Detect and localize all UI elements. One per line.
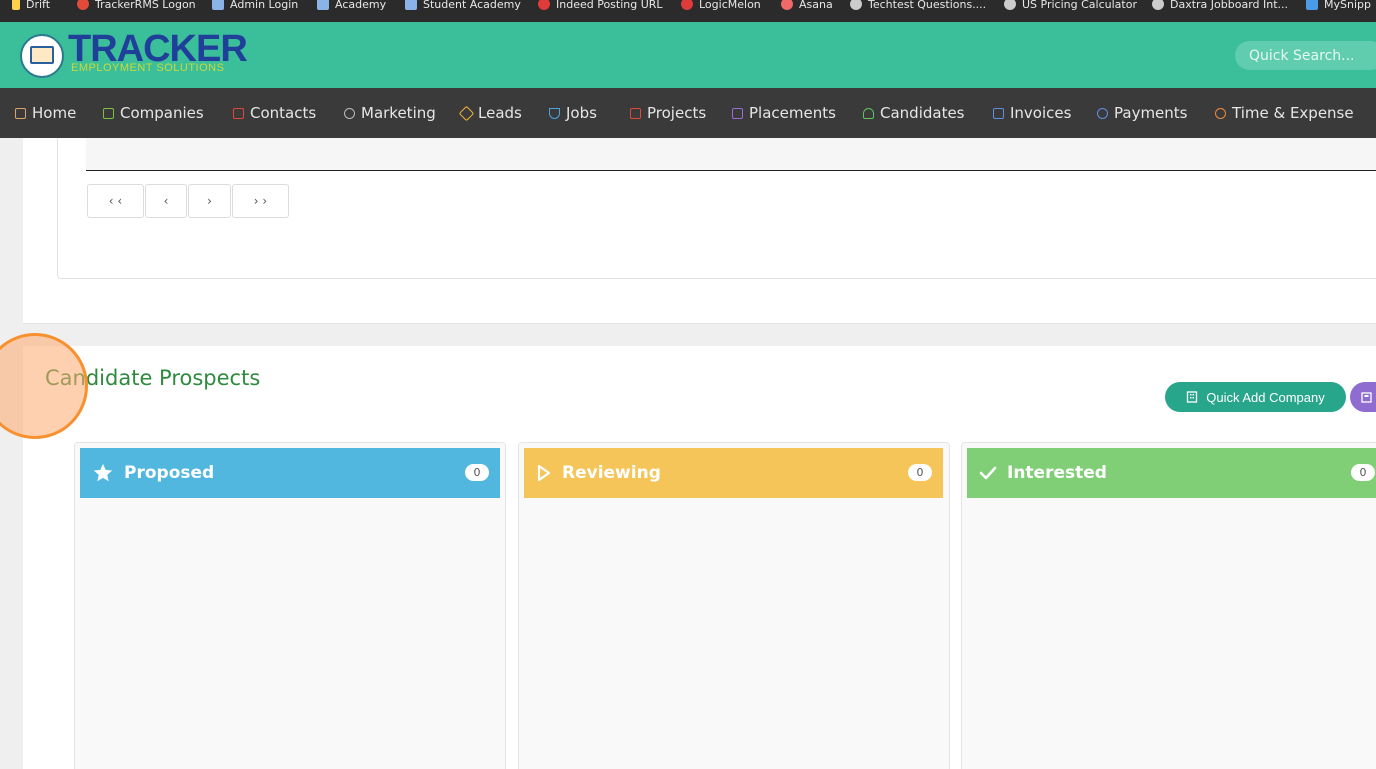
- brand-tagline: EMPLOYMENT SOLUTIONS: [71, 62, 225, 74]
- nav-candidates[interactable]: Candidates: [863, 88, 965, 138]
- nav-home[interactable]: Home: [15, 88, 76, 138]
- candidate-prospects-card: Candidate Prospects Quick Add Company Pr…: [23, 346, 1376, 769]
- building-icon: [103, 107, 114, 119]
- results-panel: ‹ ‹ ‹ › › ›: [57, 138, 1376, 279]
- column-header-interested: Interested 0: [967, 448, 1376, 498]
- next-page-button[interactable]: ›: [188, 184, 231, 218]
- nav-invoices[interactable]: Invoices: [993, 88, 1071, 138]
- nav-placements[interactable]: Placements: [732, 88, 836, 138]
- checklist-icon: [630, 107, 641, 119]
- quick-add-contact-button[interactable]: [1350, 382, 1376, 412]
- column-reviewing: Reviewing 0: [518, 442, 950, 769]
- chrome-icon: [77, 0, 89, 10]
- bookmark-indeed-posting-url[interactable]: Indeed Posting URL: [538, 0, 663, 14]
- count-badge: 0: [1351, 464, 1375, 481]
- bookmark-techtest-questions[interactable]: Techtest Questions....: [850, 0, 986, 14]
- column-header-reviewing: Reviewing 0: [524, 448, 943, 498]
- clock-icon: [1215, 107, 1226, 119]
- main-nav: Home Companies Contacts Marketing Leads …: [0, 88, 1376, 138]
- home-icon: [15, 107, 26, 119]
- nav-time-expense[interactable]: Time & Expense: [1215, 88, 1354, 138]
- trophy-icon: [549, 107, 560, 119]
- globe-icon: [1152, 0, 1164, 10]
- first-page-button[interactable]: ‹ ‹: [87, 184, 144, 218]
- column-proposed: Proposed 0: [74, 442, 506, 769]
- last-page-button[interactable]: › ›: [232, 184, 289, 218]
- doc-icon: [212, 0, 224, 10]
- snipp-icon: [1306, 0, 1318, 10]
- doc-icon: [405, 0, 417, 10]
- globe-icon: [1004, 0, 1016, 10]
- column-header-proposed: Proposed 0: [80, 448, 500, 498]
- asana-icon: [781, 0, 793, 10]
- nav-jobs[interactable]: Jobs: [549, 88, 597, 138]
- building-icon: [1187, 391, 1198, 403]
- play-icon: [537, 464, 551, 482]
- star-icon: [93, 463, 113, 482]
- bookmark-daxtra-jobboard[interactable]: Daxtra Jobboard Int...: [1152, 0, 1288, 14]
- bookmark-logicmelon[interactable]: LogicMelon: [681, 0, 761, 14]
- nav-projects[interactable]: Projects: [630, 88, 706, 138]
- count-badge: 0: [908, 464, 932, 481]
- contact-card-icon: [233, 107, 244, 119]
- tracker-logo[interactable]: [20, 34, 64, 78]
- broadcast-icon: [344, 107, 355, 119]
- bookmark-us-pricing-calculator[interactable]: US Pricing Calculator: [1004, 0, 1137, 14]
- user-icon: [863, 107, 874, 119]
- quick-add-company-button[interactable]: Quick Add Company: [1165, 382, 1346, 412]
- briefcase-icon: [732, 107, 743, 119]
- bookmark-drift[interactable]: Drift: [12, 0, 50, 14]
- nav-contacts[interactable]: Contacts: [233, 88, 316, 138]
- nav-marketing[interactable]: Marketing: [344, 88, 436, 138]
- bookmark-admin-login[interactable]: Admin Login: [212, 0, 298, 14]
- drift-icon: [12, 0, 20, 10]
- contact-card-icon: [1361, 391, 1372, 403]
- check-icon: [979, 466, 997, 480]
- logicmelon-icon: [681, 0, 693, 10]
- app-header: TRACKER EMPLOYMENT SOLUTIONS: [0, 22, 1376, 88]
- quick-search-input[interactable]: [1235, 41, 1376, 70]
- target-icon: [458, 105, 475, 121]
- bookmark-trackerrms-logon[interactable]: TrackerRMS Logon: [77, 0, 196, 14]
- bookmark-academy[interactable]: Academy: [317, 0, 386, 14]
- globe-icon: [850, 0, 862, 10]
- nav-payments[interactable]: Payments: [1097, 88, 1187, 138]
- nav-leads[interactable]: Leads: [458, 88, 522, 138]
- payment-icon: [1097, 107, 1108, 119]
- bookmark-mysnipp[interactable]: MySnipp: [1306, 0, 1371, 14]
- bookmark-asana[interactable]: Asana: [781, 0, 833, 14]
- previous-page-button[interactable]: ‹: [145, 184, 187, 218]
- count-badge: 0: [465, 464, 489, 481]
- pagination: ‹ ‹ ‹ › › ›: [87, 184, 290, 218]
- doc-icon: [317, 0, 329, 10]
- column-interested: Interested 0: [961, 442, 1376, 769]
- nav-companies[interactable]: Companies: [103, 88, 204, 138]
- invoice-icon: [993, 107, 1004, 119]
- results-card: ‹ ‹ ‹ › › ›: [23, 138, 1376, 324]
- indeed-icon: [538, 0, 550, 10]
- bookmark-student-academy[interactable]: Student Academy: [405, 0, 521, 14]
- table-footer-row: [86, 138, 1376, 171]
- logo-monitor-icon: [30, 46, 54, 64]
- bookmarks-bar: Drift TrackerRMS Logon Admin Login Acade…: [0, 0, 1376, 22]
